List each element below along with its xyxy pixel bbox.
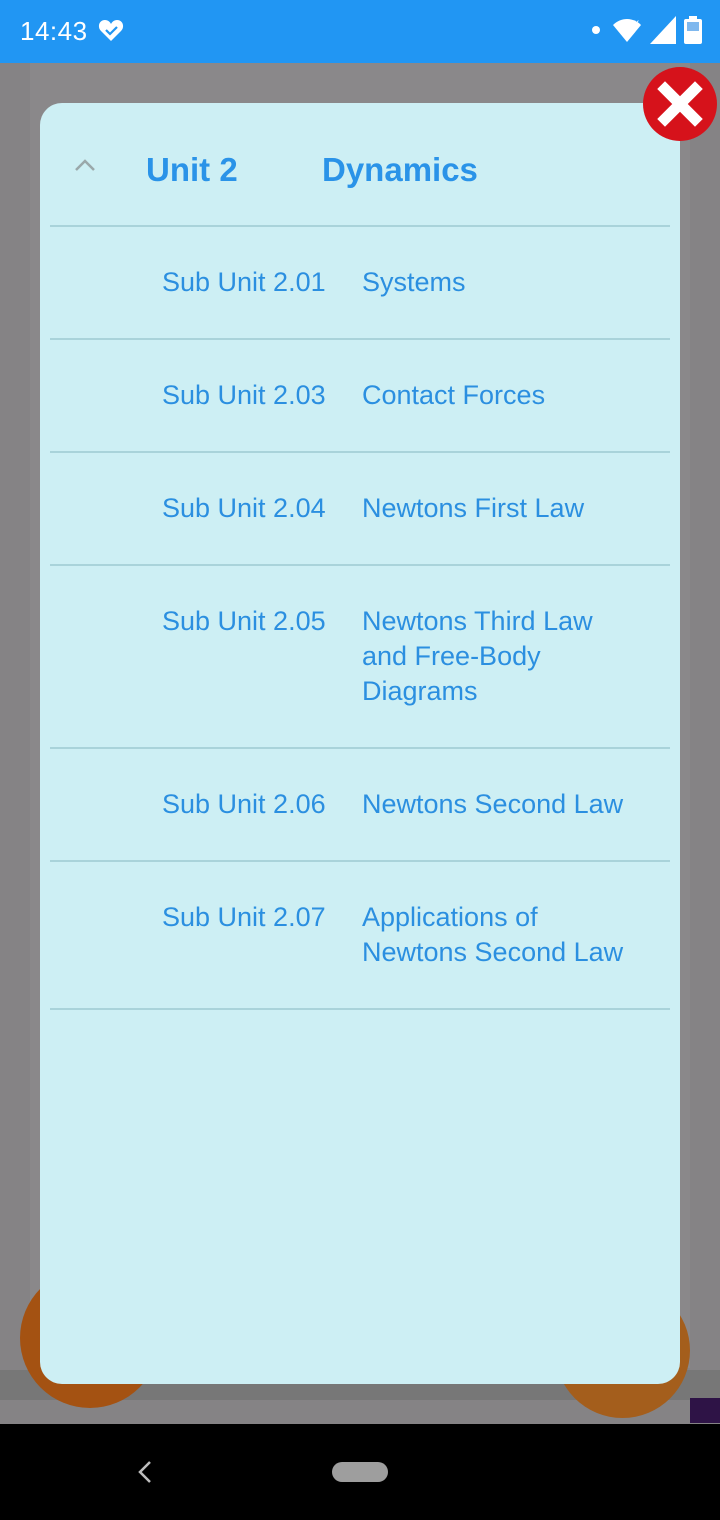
heart-check-icon — [98, 20, 124, 41]
status-bar: 14:43 x — [0, 0, 720, 63]
sub-unit-code: Sub Unit 2.06 — [162, 789, 326, 819]
notification-dot-icon — [592, 26, 600, 34]
sub-unit-row[interactable]: Sub Unit 2.06 Newtons Second Law — [50, 749, 670, 862]
signal-icon — [650, 16, 676, 44]
unit-header[interactable]: Unit 2 Dynamics — [50, 103, 670, 227]
svg-text:x: x — [634, 18, 639, 29]
sub-unit-name: Contact Forces — [362, 380, 546, 410]
sub-unit-row[interactable]: Sub Unit 2.04 Newtons First Law — [50, 453, 670, 566]
unit-label: Unit 2 — [146, 151, 238, 188]
battery-icon — [684, 16, 702, 44]
sub-unit-name: Newtons First Law — [362, 493, 585, 523]
background-purple-tab — [690, 1398, 720, 1423]
home-pill-icon[interactable] — [332, 1462, 388, 1482]
sub-unit-row[interactable]: Sub Unit 2.01 Systems — [50, 227, 670, 340]
navigation-bar — [0, 1424, 720, 1520]
unit-title: Dynamics — [322, 151, 478, 188]
sub-unit-row[interactable]: Sub Unit 2.03 Contact Forces — [50, 340, 670, 453]
sub-unit-code: Sub Unit 2.04 — [162, 493, 326, 523]
chevron-up-icon[interactable] — [74, 155, 96, 177]
sub-unit-code: Sub Unit 2.05 — [162, 606, 326, 636]
status-time: 14:43 — [20, 16, 88, 46]
sub-unit-row[interactable]: Sub Unit 2.05 Newtons Third Law and Free… — [50, 566, 670, 749]
sub-unit-row[interactable]: Sub Unit 2.07 Applications of Newtons Se… — [50, 862, 670, 1010]
sub-unit-code: Sub Unit 2.01 — [162, 267, 326, 297]
sub-unit-code: Sub Unit 2.03 — [162, 380, 326, 410]
back-icon[interactable] — [130, 1454, 160, 1490]
close-icon — [657, 81, 703, 127]
sub-unit-name: Applications of Newtons Second Law — [362, 902, 624, 967]
sub-unit-name: Newtons Second Law — [362, 789, 624, 819]
close-button[interactable] — [643, 67, 717, 141]
sub-unit-name: Systems — [362, 267, 466, 297]
sub-unit-code: Sub Unit 2.07 — [162, 902, 326, 932]
wifi-icon: x — [613, 18, 641, 42]
status-icons: x — [592, 14, 702, 46]
sub-unit-list: Sub Unit 2.01 Systems Sub Unit 2.03 Cont… — [50, 227, 670, 1010]
subunit-modal: Unit 2 Dynamics Sub Unit 2.01 Systems Su… — [40, 103, 680, 1384]
sub-unit-name: Newtons Third Law and Free-Body Diagrams — [362, 606, 593, 706]
